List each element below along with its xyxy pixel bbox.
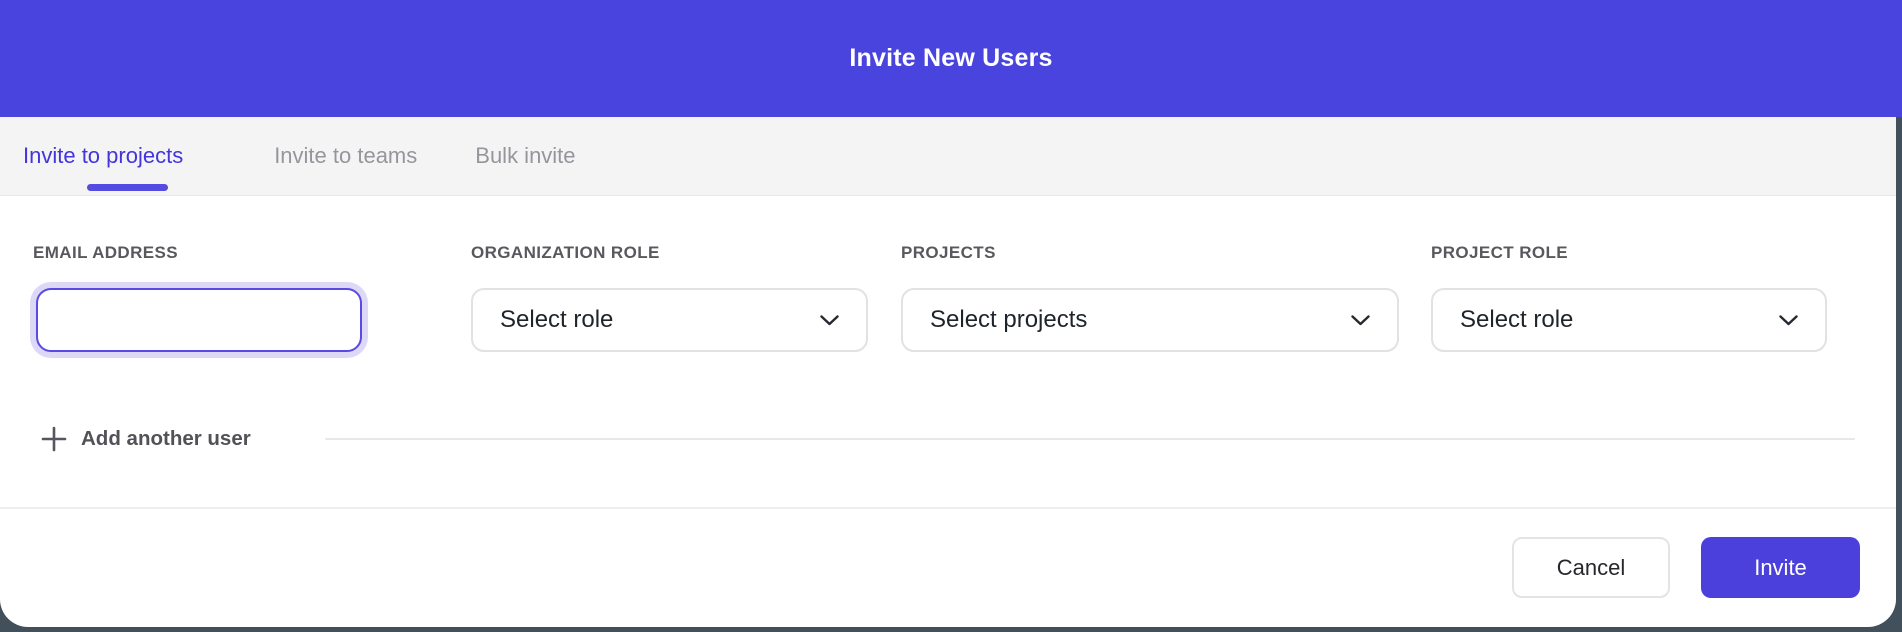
active-tab-underline	[87, 184, 168, 191]
projects-select[interactable]: Select projects	[901, 288, 1399, 352]
add-user-row: Add another user	[41, 425, 1855, 453]
tab-invite-to-projects[interactable]: Invite to projects	[23, 117, 183, 195]
email-input[interactable]	[36, 288, 362, 352]
invite-button[interactable]: Invite	[1701, 537, 1860, 598]
select-value: Select projects	[930, 306, 1087, 334]
project-role-label: PROJECT ROLE	[1431, 243, 1827, 263]
dialog-title: Invite New Users	[849, 44, 1052, 73]
select-value: Select role	[1460, 306, 1573, 334]
tab-label: Invite to projects	[23, 143, 183, 169]
invite-dialog: Invite New Users Invite to projects Invi…	[0, 0, 1902, 632]
plus-icon	[41, 426, 67, 452]
cancel-button[interactable]: Cancel	[1512, 537, 1670, 598]
chevron-down-icon	[820, 315, 839, 326]
tab-invite-to-teams[interactable]: Invite to teams	[274, 117, 417, 195]
email-column: EMAIL ADDRESS	[33, 243, 365, 352]
organization-role-select[interactable]: Select role	[471, 288, 868, 352]
email-label: EMAIL ADDRESS	[33, 243, 365, 263]
organization-role-column: ORGANIZATION ROLE Select role	[471, 243, 868, 352]
footer-buttons: Cancel Invite	[1512, 537, 1860, 598]
footer-divider	[0, 507, 1896, 509]
projects-column: PROJECTS Select projects	[901, 243, 1399, 352]
chevron-down-icon	[1779, 315, 1798, 326]
tab-bulk-invite[interactable]: Bulk invite	[475, 117, 575, 195]
row-divider	[325, 438, 1855, 440]
select-value: Select role	[500, 306, 613, 334]
organization-role-label: ORGANIZATION ROLE	[471, 243, 868, 263]
chevron-down-icon	[1351, 315, 1370, 326]
project-role-column: PROJECT ROLE Select role	[1431, 243, 1827, 352]
dialog-header: Invite New Users	[0, 0, 1902, 117]
tab-label: Invite to teams	[274, 143, 417, 169]
add-another-user-label: Add another user	[81, 427, 251, 451]
add-another-user-button[interactable]: Add another user	[41, 426, 251, 452]
tab-bar: Invite to projects Invite to teams Bulk …	[0, 117, 1896, 196]
projects-label: PROJECTS	[901, 243, 1399, 263]
tab-label: Bulk invite	[475, 143, 575, 169]
project-role-select[interactable]: Select role	[1431, 288, 1827, 352]
dialog-panel: Invite to projects Invite to teams Bulk …	[0, 117, 1896, 627]
